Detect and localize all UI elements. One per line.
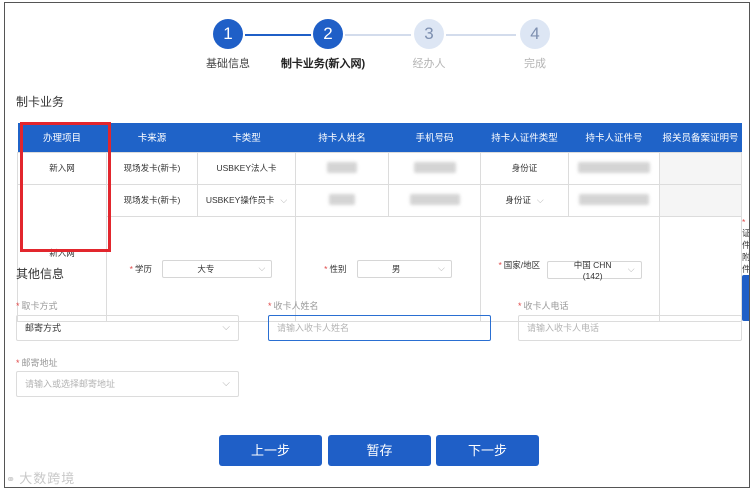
cell-customs-cert[interactable]	[659, 183, 742, 217]
header-phone: 手机号码	[388, 123, 481, 152]
table-row: 新入网 现场发卡(新卡) USBKEY操作员卡 ⌵ 身份证 ⌵	[17, 183, 742, 322]
chevron-down-icon: ⌵	[438, 263, 445, 273]
attachment-spacer	[659, 215, 742, 322]
cell-phone[interactable]	[388, 151, 481, 185]
receiver-name-input[interactable]: 请输入收卡人姓名	[268, 315, 491, 341]
gender-label: 性别	[329, 263, 347, 274]
next-button[interactable]: 下一步	[436, 435, 539, 466]
card-type-value: USBKEY操作员卡	[205, 195, 275, 205]
cell-card-type: USBKEY法人卡	[197, 151, 296, 185]
step-1-circle: 1	[213, 19, 243, 49]
step-3-circle: 3	[414, 19, 444, 49]
watermark: ⚭ 大数跨境	[6, 471, 76, 486]
cell-id-type: 身份证	[480, 151, 569, 185]
table-row-extra: * 学历 大专 ⌵ * 性别 男 ⌵ * 国家/地区 中国 CHN (142) ⌵ *证件附…	[18, 215, 749, 322]
cell-id-number[interactable]	[568, 183, 660, 217]
upload-button[interactable]: 上传证件	[742, 274, 749, 321]
cell-item: 新入网	[17, 151, 107, 185]
step-4-circle: 4	[520, 19, 550, 49]
header-card-type: 卡类型	[197, 123, 296, 152]
chevron-down-icon: ⌵	[280, 195, 288, 205]
redacted-id	[579, 193, 649, 205]
cell-card-type[interactable]: USBKEY操作员卡 ⌵	[197, 183, 296, 217]
chevron-down-icon: ⌵	[258, 263, 266, 273]
pickup-select[interactable]: 邮寄方式 ⌵	[16, 315, 239, 341]
table-header-row: 办理项目 卡来源 卡类型 持卡人姓名 手机号码 持卡人证件类型 持卡人证件号 报…	[17, 123, 742, 152]
card-business-table: 办理项目 卡来源 卡类型 持卡人姓名 手机号码 持卡人证件类型 持卡人证件号 报…	[17, 123, 749, 322]
watermark-logo-icon: ⚭	[6, 474, 17, 486]
cell-source: 现场发卡(新卡)	[106, 183, 198, 217]
id-type-value: 身份证	[505, 195, 531, 205]
receiver-phone-label: * 收卡人电话	[518, 301, 569, 311]
cell-holder-name[interactable]	[295, 183, 389, 217]
step-2-circle: 2	[313, 19, 343, 49]
cell-id-type[interactable]: 身份证 ⌵	[480, 183, 569, 217]
chevron-down-icon: ⌵	[222, 378, 230, 389]
receiver-phone-input[interactable]: 请输入收卡人电话	[518, 315, 742, 341]
receiver-name-label: * 收卡人姓名	[268, 301, 319, 311]
header-id-type: 持卡人证件类型	[480, 123, 569, 152]
gender-select[interactable]: 男 ⌵	[356, 259, 452, 278]
header-item: 办理项目	[17, 123, 107, 152]
step-3-label: 经办人	[412, 58, 446, 70]
cell-source: 现场发卡(新卡)	[106, 151, 198, 185]
prev-button[interactable]: 上一步	[219, 435, 322, 466]
redacted-phone	[409, 193, 460, 205]
address-select[interactable]: 请输入或选择邮寄地址 ⌵	[16, 371, 239, 397]
education-label: 学历	[134, 263, 152, 274]
step-connector-2	[345, 34, 411, 36]
card-section-title: 制卡业务	[16, 95, 65, 109]
attachment-label: 证件附件	[742, 227, 750, 274]
country-select[interactable]: 中国 CHN (142) ⌵	[546, 260, 642, 281]
header-id-number: 持卡人证件号	[568, 123, 660, 152]
redacted-name	[329, 193, 355, 205]
cell-holder-name[interactable]	[295, 151, 389, 185]
cell-phone[interactable]	[388, 183, 481, 217]
redacted-name	[327, 161, 357, 173]
country-label: 国家/地区	[503, 259, 541, 270]
country-cell: * 国家/地区 中国 CHN (142) ⌵	[480, 215, 660, 322]
table-row: 新入网 现场发卡(新卡) USBKEY法人卡 身份证	[17, 151, 742, 185]
chevron-down-icon: ⌵	[627, 264, 635, 274]
cell-id-number[interactable]	[568, 151, 660, 185]
other-section-title: 其他信息	[16, 267, 65, 281]
address-label: * 邮寄地址	[16, 358, 58, 368]
step-connector-1	[245, 34, 311, 36]
chevron-down-icon: ⌵	[222, 322, 230, 333]
redacted-id	[578, 161, 650, 173]
step-connector-3	[446, 34, 516, 36]
redacted-phone	[413, 161, 456, 173]
gender-cell: * 性别 男 ⌵	[295, 215, 481, 322]
pickup-label: * 取卡方式	[16, 301, 58, 311]
step-2-label: 制卡业务(新入网)	[280, 58, 366, 70]
chevron-down-icon: ⌵	[536, 195, 544, 205]
header-customs-cert: 报关员备案证明号	[659, 123, 742, 152]
app-window: 1 2 3 4 基础信息 制卡业务(新入网) 经办人 完成 制卡业务 办理项目 …	[4, 2, 750, 488]
save-draft-button[interactable]: 暂存	[328, 435, 431, 466]
education-select[interactable]: 大专 ⌵	[162, 259, 273, 278]
header-holder-name: 持卡人姓名	[295, 123, 389, 152]
step-4-label: 完成	[524, 58, 546, 70]
header-source: 卡来源	[106, 123, 198, 152]
cell-customs-cert[interactable]	[659, 151, 742, 185]
step-1-label: 基础信息	[206, 58, 250, 70]
